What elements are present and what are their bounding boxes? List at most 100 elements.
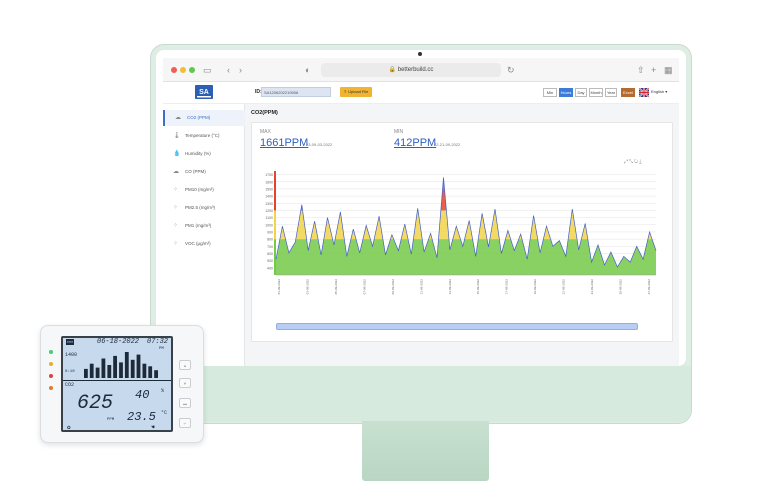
pm10-icon: ⁘ xyxy=(173,187,179,193)
orange-led-icon xyxy=(49,386,53,390)
menu-button[interactable]: ▬ xyxy=(179,398,191,408)
up-button[interactable]: ▲ xyxy=(179,360,191,370)
device-time: 07:32 xyxy=(147,338,169,346)
device-display: ▭▭ 06-18-2022 07:32 PM 1400 0:10 CO2 625… xyxy=(61,336,173,432)
x-tick-label: 05-09-2022 xyxy=(334,279,338,295)
maximize-window-button[interactable] xyxy=(189,67,195,73)
sidebar-item-pm10[interactable]: ⁘ PM10 (mg/m³) xyxy=(163,182,245,198)
device-id-field[interactable]: SA1206202219006 xyxy=(261,87,331,97)
x-tick-label: 01-09-2022 xyxy=(277,279,281,295)
share-icon[interactable]: ⇧ xyxy=(637,64,645,76)
main-panel: CO2(PPM) MAX 1661PPM 23-09-03-2022 MIN 4… xyxy=(245,104,679,366)
upload-icon: ⇪ xyxy=(343,89,347,94)
co2-chart[interactable]: 400 500 600 700 800 900 1000 1100 1200 1300 1400 15… xyxy=(252,167,674,317)
device-temperature-unit: °C xyxy=(161,410,168,416)
device-bar xyxy=(107,365,112,378)
range-month-button[interactable]: Month xyxy=(589,88,603,97)
device-bar xyxy=(142,363,147,378)
sidebar-item-pm25[interactable]: ⁘ PM2.5 (mg/m³) xyxy=(163,200,245,216)
min-date: 22-21-09-2022 xyxy=(434,142,461,147)
max-value[interactable]: 1661PPM xyxy=(260,137,308,149)
voc-icon: ⁘ xyxy=(173,241,179,247)
x-tick-label: 17-09-2022 xyxy=(505,279,509,295)
device-bar xyxy=(95,367,100,378)
language-select[interactable]: English ▾ xyxy=(651,89,667,94)
svg-text:SA: SA xyxy=(199,89,209,96)
download-icon[interactable]: ⤓ xyxy=(639,159,642,165)
device-bar xyxy=(136,354,141,378)
data-zoom-slider[interactable] xyxy=(276,323,638,330)
sidebar-toggle-icon[interactable]: ▭ xyxy=(203,64,212,76)
device-bar xyxy=(89,363,94,378)
back-icon[interactable]: ‹ xyxy=(227,64,230,76)
device-co2-unit: PPM xyxy=(107,418,115,422)
co2-icon: ☁ xyxy=(175,115,181,121)
device-co2-value: 625 xyxy=(77,392,114,415)
device-bar xyxy=(154,370,158,378)
tabs-overview-icon[interactable]: ▦ xyxy=(664,64,673,76)
y-tick-label: 1200 xyxy=(265,209,273,213)
pm1-icon: ⁘ xyxy=(173,223,179,229)
yellow-led-icon xyxy=(49,362,53,366)
min-label: MIN xyxy=(394,129,404,135)
device-bar xyxy=(130,359,135,378)
good-band-marker xyxy=(274,239,276,275)
min-value[interactable]: 412PPM xyxy=(394,137,436,149)
x-tick-label: 07-09-2022 xyxy=(362,279,366,295)
browser-toolbar: ▭ ‹ › ◐ 🔒 betterbuild.cc ↻ ⇧ + ▦ xyxy=(163,58,679,82)
sidebar-item-temperature[interactable]: 🌡 Temperature (°C) xyxy=(163,128,245,144)
poor-band-marker xyxy=(274,171,276,211)
device-date: 06-18-2022 xyxy=(97,338,140,346)
leaf-icon: ✿ xyxy=(67,424,71,431)
y-tick-label: 1600 xyxy=(265,180,273,184)
excel-export-button[interactable]: Excel xyxy=(621,88,635,97)
range-min-button[interactable]: Min xyxy=(543,88,557,97)
sidebar-item-label: Temperature (°C) xyxy=(185,133,220,138)
range-year-button[interactable]: Year xyxy=(605,88,617,97)
url-text: betterbuild.cc xyxy=(397,67,434,73)
thermometer-icon: 🌡 xyxy=(173,133,181,139)
sidebar-item-voc[interactable]: ⁘ VOC (μg/m³) xyxy=(163,236,245,252)
co-icon: ☁ xyxy=(173,169,179,175)
new-tab-icon[interactable]: + xyxy=(651,64,656,76)
url-bar[interactable]: 🔒 betterbuild.cc xyxy=(321,63,501,77)
x-tick-label: 13-09-2022 xyxy=(448,279,452,295)
privacy-shield-icon[interactable]: ◐ xyxy=(305,64,310,76)
x-tick-label: 23-09-2022 xyxy=(590,279,594,295)
y-tick-label: 1000 xyxy=(265,223,273,227)
range-hours-button[interactable]: Hours xyxy=(559,88,573,97)
sidebar-item-pm1[interactable]: ⁘ PM1 (mg/m³) xyxy=(163,218,245,234)
forward-icon[interactable]: › xyxy=(239,64,242,76)
screen: ▭ ‹ › ◐ 🔒 betterbuild.cc ↻ ⇧ + ▦ SA ID: … xyxy=(163,58,679,366)
minimize-window-button[interactable] xyxy=(180,67,186,73)
camera-icon xyxy=(418,52,422,56)
close-window-button[interactable] xyxy=(171,67,177,73)
sidebar-item-co2[interactable]: ☁ CO2 (PPM) xyxy=(163,110,245,126)
reload-icon[interactable]: ↻ xyxy=(507,64,515,76)
sidebar-item-label: PM1 (mg/m³) xyxy=(185,223,212,228)
device-temperature: 23.5 xyxy=(127,410,156,424)
sidebar-item-humidity[interactable]: 💧 Humidity (%) xyxy=(163,146,245,162)
return-button[interactable]: ↵ xyxy=(179,418,191,428)
moderate-band-marker xyxy=(274,210,276,240)
upload-file-button[interactable]: ⇪ Upload File xyxy=(340,87,372,97)
x-tick-label: 11-09-2022 xyxy=(419,279,423,294)
y-tick-label: 1100 xyxy=(265,216,273,220)
battery-icon: ▭▭ xyxy=(66,339,75,345)
uk-flag-icon[interactable] xyxy=(639,88,649,97)
max-label: MAX xyxy=(260,129,271,135)
y-tick-label: 1700 xyxy=(265,173,273,177)
sidebar-item-co[interactable]: ☁ CO (PPM) xyxy=(163,164,245,180)
device-bar xyxy=(124,352,129,378)
device-bar xyxy=(148,366,153,378)
device-range: 1400 xyxy=(65,352,78,358)
down-button[interactable]: ▼ xyxy=(179,378,191,388)
x-tick-label: 21-09-2022 xyxy=(562,279,566,295)
lock-icon: 🔒 xyxy=(388,67,397,73)
device-status: PM xyxy=(159,347,164,351)
language-label: English xyxy=(651,89,665,94)
sidebar-item-label: CO (PPM) xyxy=(185,169,206,174)
upload-file-label: Upload File xyxy=(348,89,369,94)
y-tick-label: 900 xyxy=(267,230,273,234)
range-day-button[interactable]: Day xyxy=(575,88,587,97)
